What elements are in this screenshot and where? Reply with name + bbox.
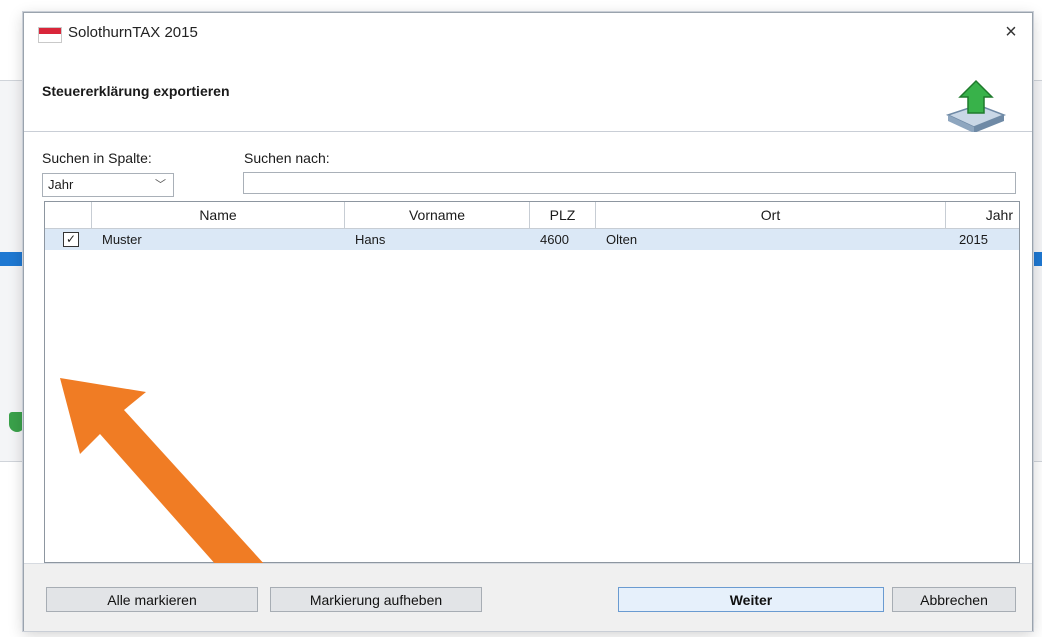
search-input[interactable] — [243, 172, 1016, 194]
dialog-content: Suchen in Spalte: Suchen nach: Jahr ﹀ Na… — [24, 132, 1032, 592]
clear-selection-button[interactable]: Markierung aufheben — [270, 587, 482, 612]
page-title: Steuererklärung exportieren — [42, 83, 230, 99]
cell-ort: Olten — [606, 232, 638, 247]
column-header-vorname[interactable]: Vorname — [345, 202, 530, 228]
search-term-label: Suchen nach: — [244, 150, 330, 166]
row-checkbox[interactable]: ✓ — [63, 232, 79, 247]
export-upload-icon — [945, 79, 1007, 133]
dialog-header: Steuererklärung exportieren — [24, 51, 1032, 133]
chevron-down-icon: ﹀ — [155, 179, 166, 191]
search-column-label: Suchen in Spalte: — [42, 150, 152, 166]
table-header: Name Vorname PLZ Ort Jahr — [45, 202, 1019, 229]
close-icon: × — [1005, 21, 1017, 43]
column-header-jahr[interactable]: Jahr — [946, 202, 1019, 228]
next-button[interactable]: Weiter — [618, 587, 884, 612]
column-header-plz[interactable]: PLZ — [530, 202, 596, 228]
column-select-value: Jahr — [48, 177, 74, 192]
column-header-checkbox — [45, 202, 92, 228]
column-header-name[interactable]: Name — [92, 202, 345, 228]
cell-plz: 4600 — [540, 232, 569, 247]
column-select[interactable]: Jahr ﹀ — [42, 173, 174, 197]
cancel-button[interactable]: Abbrechen — [892, 587, 1016, 612]
title-bar: SolothurnTAX 2015 × — [24, 13, 1032, 51]
export-dialog: SolothurnTAX 2015 × Steuererklärung expo… — [23, 12, 1033, 631]
cell-vorname: Hans — [355, 232, 386, 247]
swiss-flag-icon — [38, 27, 62, 43]
checkmark-icon: ✓ — [66, 232, 77, 246]
dialog-footer: Alle markieren Markierung aufheben Weite… — [24, 563, 1032, 631]
cell-name: Muster — [102, 232, 142, 247]
column-header-ort[interactable]: Ort — [596, 202, 946, 228]
close-button[interactable]: × — [996, 19, 1026, 45]
window-title: SolothurnTAX 2015 — [68, 24, 198, 41]
table-row[interactable]: ✓ Muster Hans 4600 Olten 2015 — [45, 229, 1019, 250]
select-all-button[interactable]: Alle markieren — [46, 587, 258, 612]
cell-jahr: 2015 — [959, 232, 988, 247]
